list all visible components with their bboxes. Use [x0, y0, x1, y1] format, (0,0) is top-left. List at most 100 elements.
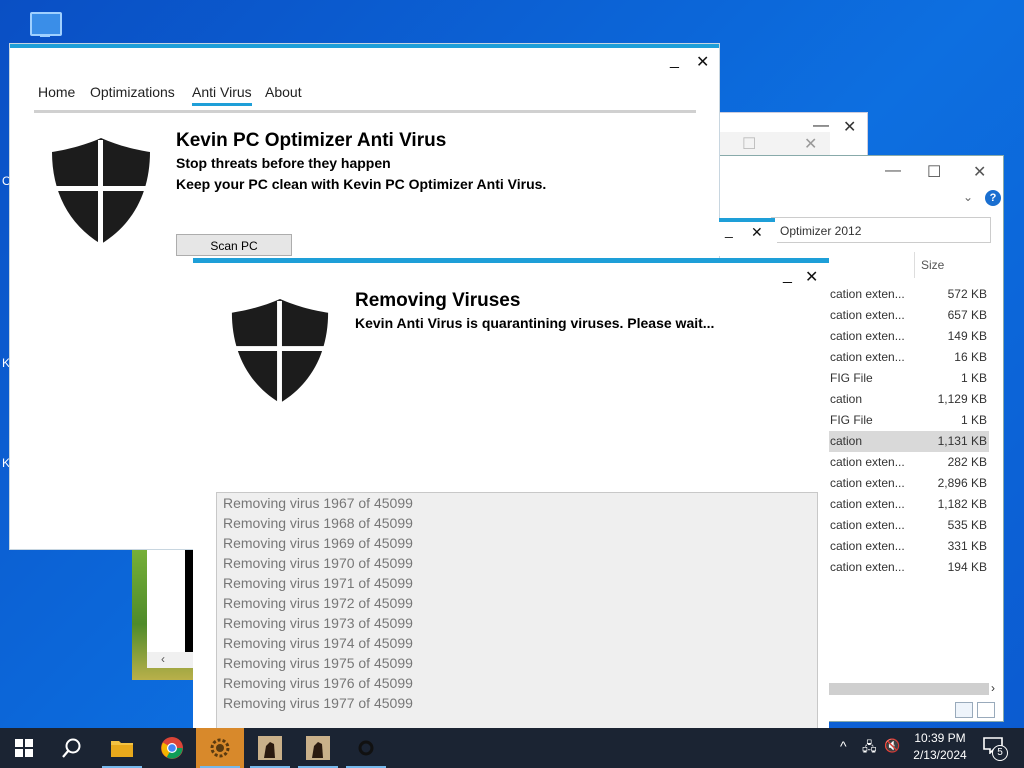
file-row[interactable]: cation 1,131 KB	[829, 431, 989, 452]
horizontal-scrollbar[interactable]	[829, 683, 989, 695]
removal-log[interactable]: Removing virus 1967 of 45099 Removing vir…	[216, 492, 818, 733]
file-row[interactable]: FIG File 1 KB	[829, 410, 989, 431]
file-type: cation	[830, 434, 863, 448]
file-type: cation exten...	[830, 455, 905, 469]
optimizer-taskbar-button[interactable]	[196, 728, 244, 768]
scroll-right-icon[interactable]: ›	[991, 681, 995, 695]
size-column-header[interactable]: Size	[921, 258, 944, 272]
log-line: Removing virus 1970 of 45099	[223, 555, 413, 571]
large-icons-view-icon[interactable]	[977, 702, 995, 718]
log-line: Removing virus 1967 of 45099	[223, 495, 413, 511]
network-icon[interactable]: 🖧	[862, 738, 877, 760]
scroll-left-icon[interactable]: ‹	[147, 652, 197, 668]
address-bar[interactable]: Optimizer 2012	[771, 217, 991, 243]
folder-icon	[111, 741, 133, 757]
dialog-message: Kevin Anti Virus is quarantining viruses…	[355, 315, 715, 331]
file-size: 535 KB	[947, 518, 987, 532]
file-size: 331 KB	[947, 539, 987, 553]
log-line: Removing virus 1975 of 45099	[223, 655, 413, 671]
file-type: cation exten...	[830, 329, 905, 343]
close-button[interactable]: ✕	[805, 267, 818, 287]
file-row[interactable]: cation exten... 194 KB	[829, 557, 989, 578]
maximize-icon[interactable]: ☐	[742, 134, 756, 154]
log-line: Removing virus 1968 of 45099	[223, 515, 413, 531]
close-icon[interactable]: ✕	[843, 117, 856, 137]
horse-app-icon	[258, 736, 282, 760]
page-title: Kevin PC Optimizer Anti Virus	[176, 130, 447, 151]
file-row[interactable]: cation exten... 535 KB	[829, 515, 989, 536]
app-taskbar-button[interactable]	[246, 728, 294, 768]
file-type: FIG File	[830, 413, 873, 427]
file-size: 194 KB	[947, 560, 987, 574]
chrome-icon	[161, 737, 183, 759]
shield-icon	[52, 138, 150, 244]
tab-home[interactable]: Home	[38, 84, 75, 100]
tab-about[interactable]: About	[265, 84, 302, 100]
file-row[interactable]: cation exten... 572 KB	[829, 284, 989, 305]
log-line: Removing virus 1977 of 45099	[223, 695, 413, 711]
file-row[interactable]: cation exten... 657 KB	[829, 305, 989, 326]
search-icon	[62, 738, 81, 758]
app-taskbar-button[interactable]	[342, 728, 390, 768]
scan-pc-button[interactable]: Scan PC	[176, 234, 292, 256]
minimize-button[interactable]: _	[783, 267, 792, 285]
search-button[interactable]	[48, 728, 96, 768]
chevron-down-icon[interactable]: ⌄	[963, 190, 973, 204]
close-icon[interactable]: ✕	[804, 134, 817, 154]
horse-app-icon	[306, 736, 330, 760]
minimize-icon[interactable]: —	[885, 162, 901, 180]
main-nav: Home Optimizations Anti Virus About	[34, 84, 696, 113]
page-subtitle: Stop threats before they happen	[176, 155, 391, 171]
volume-muted-icon[interactable]: 🔇	[884, 738, 900, 754]
file-size: 149 KB	[947, 329, 987, 343]
gear-icon	[210, 738, 230, 758]
log-line: Removing virus 1976 of 45099	[223, 675, 413, 691]
dialog-title: Removing Viruses	[355, 290, 521, 311]
file-row[interactable]: cation exten... 149 KB	[829, 326, 989, 347]
file-size: 1 KB	[960, 371, 987, 385]
file-explorer-taskbar-button[interactable]	[98, 728, 146, 768]
file-row[interactable]: cation exten... 2,896 KB	[829, 473, 989, 494]
file-type: cation exten...	[830, 308, 905, 322]
minimize-icon[interactable]: _	[725, 222, 733, 238]
log-line: Removing virus 1973 of 45099	[223, 615, 413, 631]
file-size: 657 KB	[947, 308, 987, 322]
window-accent-bar	[719, 218, 775, 222]
system-clock[interactable]: 10:39 PM 2/13/2024	[900, 730, 980, 764]
close-button[interactable]: ✕	[696, 52, 709, 72]
tab-optimizations[interactable]: Optimizations	[90, 84, 175, 100]
file-type: cation exten...	[830, 560, 905, 574]
file-size: 1,131 KB	[937, 434, 987, 448]
file-type: cation	[830, 392, 863, 406]
gear-icon	[358, 740, 374, 756]
file-type: cation exten...	[830, 539, 905, 553]
minimize-button[interactable]: _	[670, 52, 679, 70]
start-button[interactable]	[0, 728, 48, 768]
notification-count-badge: 5	[992, 745, 1008, 761]
file-row[interactable]: cation 1,129 KB	[829, 389, 989, 410]
details-view-icon[interactable]	[955, 702, 973, 718]
close-icon[interactable]: ✕	[751, 224, 763, 241]
action-center-icon[interactable]: 5	[982, 736, 1008, 761]
chrome-taskbar-button[interactable]	[148, 728, 196, 768]
app-taskbar-button[interactable]	[294, 728, 342, 768]
desktop-this-pc-icon[interactable]	[28, 8, 62, 40]
file-size: 1 KB	[960, 413, 987, 427]
file-row[interactable]: cation exten... 1,182 KB	[829, 494, 989, 515]
file-row[interactable]: FIG File 1 KB	[829, 368, 989, 389]
file-row[interactable]: cation exten... 16 KB	[829, 347, 989, 368]
file-row[interactable]: cation exten... 282 KB	[829, 452, 989, 473]
help-icon[interactable]: ?	[985, 190, 1001, 206]
background-window-strip: ☐ ✕	[700, 132, 830, 156]
file-type: cation exten...	[830, 350, 905, 364]
file-row[interactable]: cation exten... 331 KB	[829, 536, 989, 557]
file-size: 1,182 KB	[937, 497, 987, 511]
chevron-up-icon[interactable]: ^	[840, 738, 847, 754]
file-type: FIG File	[830, 371, 873, 385]
log-line: Removing virus 1971 of 45099	[223, 575, 413, 591]
log-line: Removing virus 1972 of 45099	[223, 595, 413, 611]
tab-anti-virus[interactable]: Anti Virus	[192, 84, 252, 106]
file-type: cation exten...	[830, 518, 905, 532]
maximize-icon[interactable]: ☐	[927, 162, 941, 182]
close-icon[interactable]: ✕	[973, 162, 986, 182]
